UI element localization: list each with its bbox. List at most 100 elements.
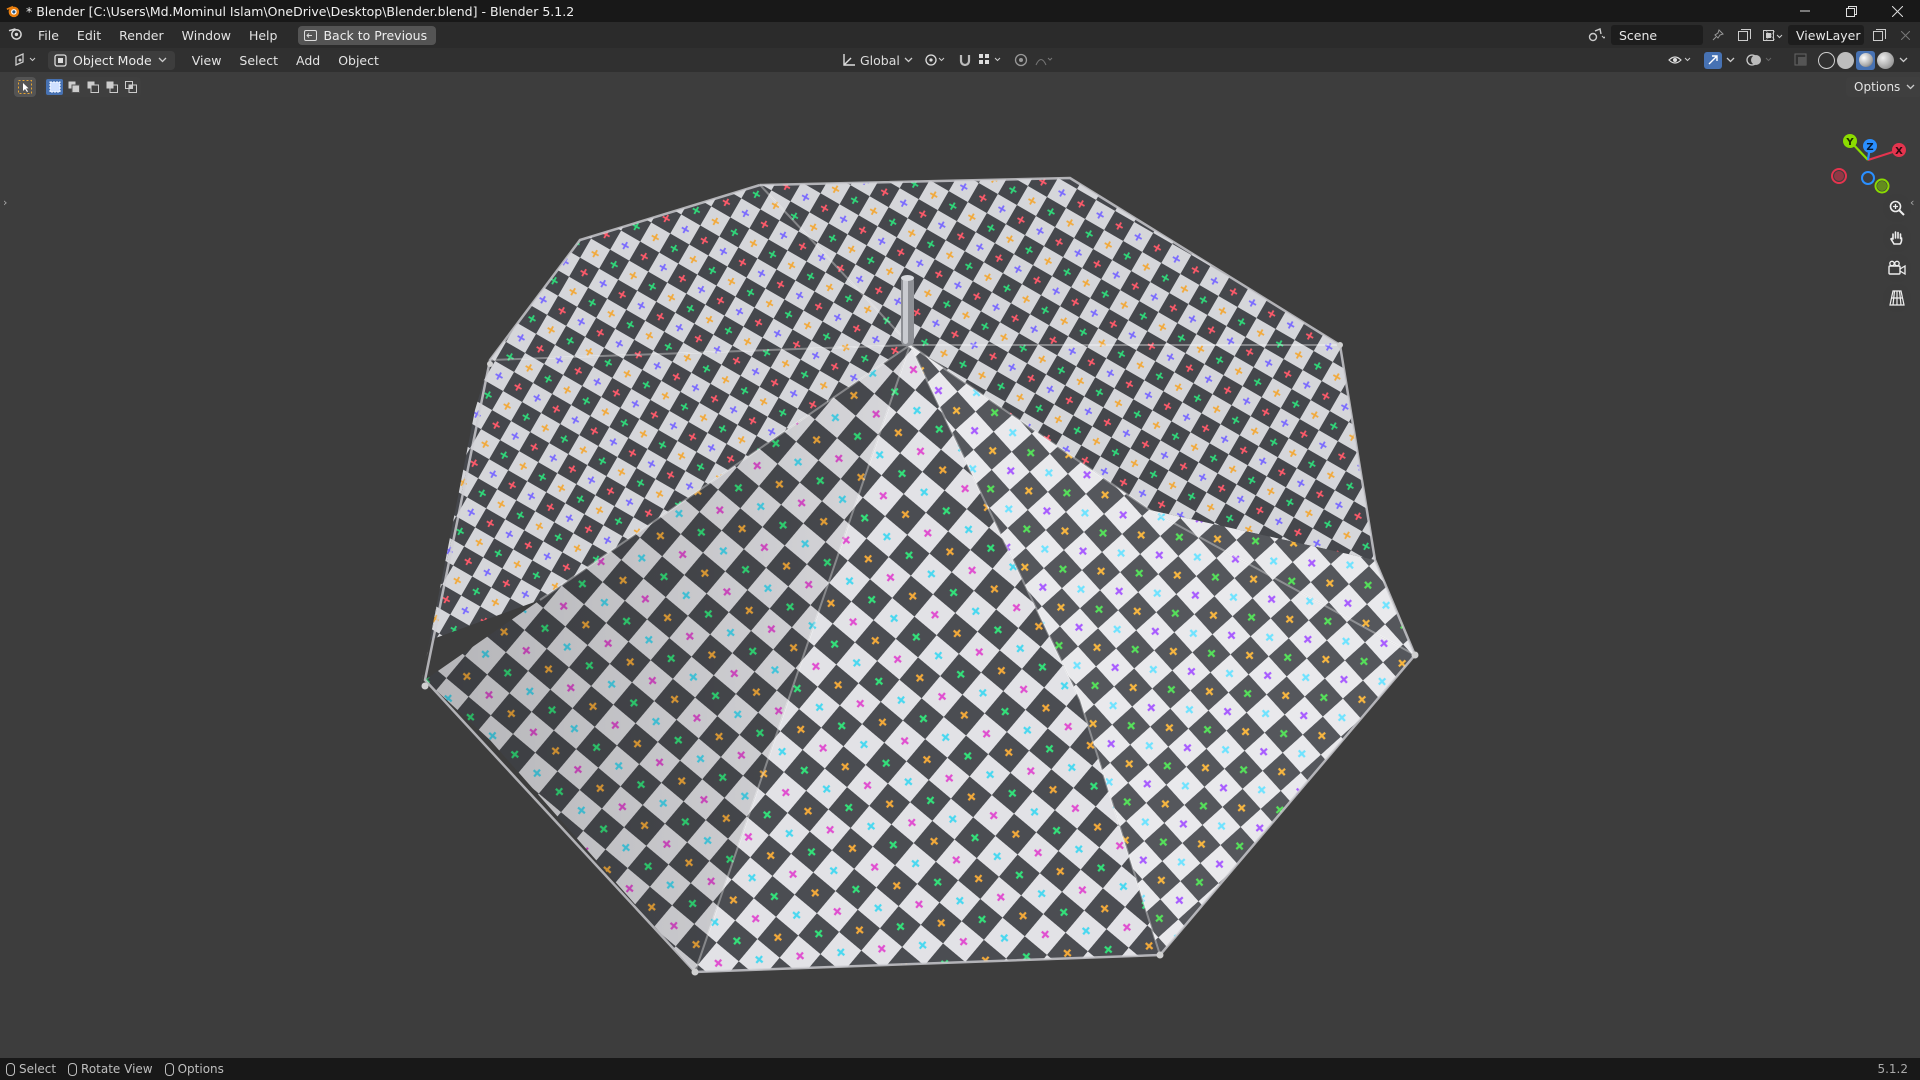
selection-mode-buttons <box>44 77 141 97</box>
version-label: 5.1.2 <box>1877 1062 1908 1076</box>
select-difference-icon <box>106 81 118 93</box>
window-title: * Blender [C:\Users\Md.Mominul Islam\One… <box>26 3 575 19</box>
camera-view-button[interactable] <box>1883 254 1911 282</box>
close-button[interactable] <box>1874 0 1920 22</box>
pivot-point-dropdown[interactable] <box>920 51 952 70</box>
eye-icon <box>1668 56 1691 64</box>
object-mode-label: Object Mode <box>73 52 152 68</box>
object-mode-dropdown[interactable]: Object Mode <box>48 50 175 70</box>
rendered-shading-button[interactable] <box>1877 51 1894 69</box>
orientation-global-icon <box>843 54 855 66</box>
editor-type-selector[interactable] <box>10 51 42 70</box>
status-options-hint: Options <box>164 1062 224 1076</box>
chevron-down-icon <box>904 57 913 63</box>
options-dropdown[interactable]: Options <box>1846 77 1920 97</box>
select-tool-button[interactable] <box>14 77 36 97</box>
extend-selection-button[interactable] <box>65 79 82 95</box>
menu-select[interactable]: Select <box>230 53 287 68</box>
scene-pin-button[interactable] <box>1707 25 1729 45</box>
zoom-button[interactable] <box>1883 194 1911 222</box>
wireframe-shading-button[interactable] <box>1818 51 1835 69</box>
camera-icon <box>1888 260 1906 276</box>
select-intersect-icon <box>124 81 137 93</box>
invert-selection-button[interactable] <box>103 79 120 95</box>
zoom-icon <box>1889 200 1905 216</box>
title-bar: * Blender [C:\Users\Md.Mominul Islam\One… <box>0 0 1920 22</box>
viewport-header: Object Mode View Select Add Object Globa… <box>0 48 1920 72</box>
transform-orientation-dropdown[interactable]: Global <box>838 51 917 70</box>
scene-name: Scene <box>1619 27 1658 43</box>
new-view-layer-button[interactable] <box>1868 25 1890 45</box>
hand-icon <box>1889 231 1903 245</box>
umbrella-model[interactable] <box>0 72 1920 1058</box>
object-visibility-dropdown[interactable] <box>1664 51 1698 70</box>
shading-modes <box>1814 50 1913 70</box>
set-new-selection-button[interactable] <box>46 79 63 95</box>
menu-view[interactable]: View <box>183 53 231 68</box>
view-layer-name-field[interactable]: ViewLayer <box>1788 25 1864 45</box>
gizmo-neg-y-fill <box>1877 181 1887 191</box>
menu-add[interactable]: Add <box>287 53 329 68</box>
select-box-icon <box>18 80 32 94</box>
menu-edit[interactable]: Edit <box>68 28 110 43</box>
view-layer-name: ViewLayer <box>1796 27 1861 43</box>
xray-icon <box>1794 53 1807 66</box>
x-icon <box>1900 30 1910 40</box>
gizmo-neg-z[interactable] <box>1861 171 1875 185</box>
subtract-selection-button[interactable] <box>84 79 101 95</box>
scene-icon <box>1588 28 1605 42</box>
navigation-gizmo[interactable]: X Y Z <box>1820 116 1910 206</box>
restore-icon <box>1845 5 1857 17</box>
menu-object[interactable]: Object <box>329 53 388 68</box>
status-select-hint: Select <box>6 1062 56 1076</box>
duplicate-icon <box>1872 28 1886 41</box>
3d-viewport[interactable]: › ‹ X Y Z <box>0 72 1920 1058</box>
status-rotate-label: Rotate View <box>81 1062 153 1076</box>
back-to-previous-button[interactable]: Back to Previous <box>298 25 437 45</box>
status-options-label: Options <box>177 1062 224 1076</box>
delete-view-layer-button[interactable] <box>1894 25 1916 45</box>
blender-menu-icon[interactable] <box>8 27 23 43</box>
minimize-button[interactable] <box>1782 0 1828 22</box>
solid-shading-button[interactable] <box>1837 51 1854 69</box>
restore-button[interactable] <box>1828 0 1874 22</box>
select-extend-icon <box>68 81 80 93</box>
snap-toggle[interactable] <box>954 51 976 70</box>
gizmo-x-label: X <box>1895 146 1903 157</box>
xray-toggle[interactable] <box>1790 51 1812 70</box>
material-preview-button[interactable] <box>1856 50 1875 70</box>
proportional-editing-toggle[interactable] <box>1010 51 1058 70</box>
gizmo-z-label: Z <box>1866 142 1873 153</box>
close-icon <box>1891 5 1903 17</box>
minimize-icon <box>1800 10 1810 12</box>
new-scene-button[interactable] <box>1733 25 1755 45</box>
umbrella-shaft-tip <box>901 275 914 346</box>
menu-help[interactable]: Help <box>240 28 287 43</box>
view-layer-browse-button[interactable] <box>1762 25 1784 45</box>
scene-name-field[interactable]: Scene <box>1611 25 1703 45</box>
object-mode-icon <box>54 53 67 67</box>
pan-button[interactable] <box>1883 224 1911 252</box>
3d-viewport-icon <box>15 53 36 66</box>
scene-browse-button[interactable] <box>1585 25 1607 45</box>
back-to-previous-label: Back to Previous <box>323 27 428 43</box>
select-subtract-icon <box>87 81 99 93</box>
snap-increment-icon <box>979 54 1001 64</box>
chevron-down-icon[interactable] <box>1899 57 1909 63</box>
perspective-toggle-button[interactable] <box>1883 284 1911 312</box>
menu-window[interactable]: Window <box>173 28 240 43</box>
chevron-down-icon <box>1726 57 1735 63</box>
transform-orientation-label: Global <box>860 52 900 68</box>
snap-target-dropdown[interactable] <box>974 51 1008 70</box>
mouse-middle-icon <box>68 1062 78 1076</box>
overlays-toggle[interactable] <box>1742 51 1780 70</box>
menu-render[interactable]: Render <box>110 28 173 43</box>
scene-selector: Scene <box>1585 25 1781 45</box>
menu-file[interactable]: File <box>29 28 68 43</box>
back-icon <box>304 29 318 41</box>
gizmo-toggle[interactable] <box>1700 51 1740 70</box>
chevron-down-icon <box>158 57 167 63</box>
magnet-icon <box>959 55 971 67</box>
intersect-selection-button[interactable] <box>122 79 139 95</box>
top-bar: File Edit Render Window Help Back to Pre… <box>0 22 1920 48</box>
